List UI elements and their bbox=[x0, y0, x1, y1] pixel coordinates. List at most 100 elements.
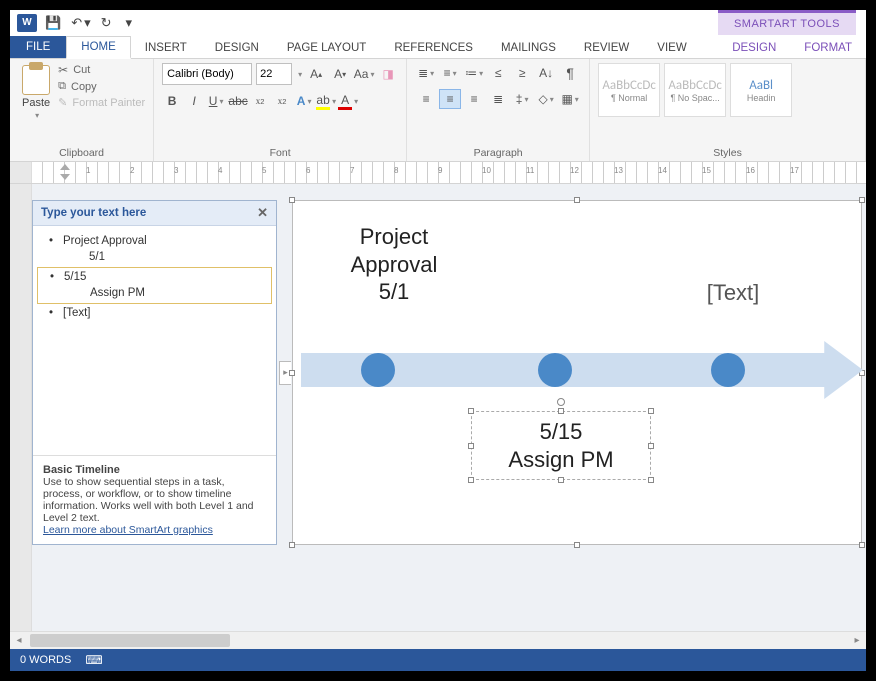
paste-button[interactable]: Paste ▾ bbox=[18, 63, 54, 122]
increase-indent-button[interactable]: ≥ bbox=[511, 63, 533, 83]
scroll-left-arrow[interactable]: ◂ bbox=[10, 632, 28, 649]
rotation-handle[interactable] bbox=[557, 398, 565, 406]
resize-handle[interactable] bbox=[468, 477, 474, 483]
tab-page-layout[interactable]: PAGE LAYOUT bbox=[273, 38, 380, 58]
grow-font-button[interactable]: A▴ bbox=[306, 64, 326, 84]
group-paragraph: ≣▾ ≡▾ ≔▾ ≤ ≥ A↓ ¶ ≡ ≡ ≡ ≣ ‡▾ ◇▾ ▦▾ bbox=[407, 59, 590, 161]
resize-handle[interactable] bbox=[289, 542, 295, 548]
text-pane-footer: Basic Timeline Use to show sequential st… bbox=[33, 455, 276, 544]
resize-handle[interactable] bbox=[468, 443, 474, 449]
style-no-spacing[interactable]: AaBbCcDc¶ No Spac... bbox=[664, 63, 726, 117]
scroll-thumb[interactable] bbox=[30, 634, 230, 647]
tab-design[interactable]: DESIGN bbox=[201, 38, 273, 58]
decrease-indent-button[interactable]: ≤ bbox=[487, 63, 509, 83]
timeline-node-text-selected[interactable]: 5/15 Assign PM bbox=[471, 411, 651, 480]
text-pane-item[interactable]: [Text] bbox=[37, 304, 272, 324]
scissors-icon: ✂ bbox=[58, 63, 68, 77]
qat-customize-dropdown[interactable]: ▾ bbox=[126, 15, 133, 31]
resize-handle[interactable] bbox=[574, 542, 580, 548]
horizontal-ruler[interactable]: 1234567891011121314151617 bbox=[10, 162, 866, 184]
text-pane-item-selected[interactable]: 5/15 Assign PM bbox=[37, 267, 272, 304]
ribbon: Paste ▾ ✂Cut ⧉Copy ✎Format Painter Clipb… bbox=[10, 59, 866, 162]
format-painter-button[interactable]: ✎Format Painter bbox=[58, 96, 145, 109]
tab-view[interactable]: VIEW bbox=[643, 38, 700, 58]
resize-handle[interactable] bbox=[558, 408, 564, 414]
resize-handle[interactable] bbox=[859, 542, 865, 548]
group-label-font: Font bbox=[162, 145, 398, 159]
superscript-button[interactable]: x2 bbox=[272, 91, 292, 111]
text-pane-close-button[interactable]: ✕ bbox=[257, 205, 268, 221]
resize-handle[interactable] bbox=[289, 370, 295, 376]
highlight-button[interactable]: ab▾ bbox=[316, 91, 336, 111]
tab-home[interactable]: HOME bbox=[66, 36, 131, 59]
resize-handle[interactable] bbox=[574, 197, 580, 203]
style-heading1[interactable]: AaBlHeadin bbox=[730, 63, 792, 117]
text-pane-footer-desc: Use to show sequential steps in a task, … bbox=[43, 476, 254, 524]
tab-file[interactable]: FILE bbox=[10, 36, 66, 58]
word-app-icon: W bbox=[17, 14, 37, 32]
underline-button[interactable]: U▾ bbox=[206, 91, 226, 111]
group-clipboard: Paste ▾ ✂Cut ⧉Copy ✎Format Painter Clipb… bbox=[10, 59, 154, 161]
shading-button[interactable]: ◇▾ bbox=[535, 89, 557, 109]
resize-handle[interactable] bbox=[859, 197, 865, 203]
multilevel-button[interactable]: ≔▾ bbox=[463, 63, 485, 83]
tab-insert[interactable]: INSERT bbox=[131, 38, 201, 58]
group-label-clipboard: Clipboard bbox=[18, 145, 145, 159]
font-color-button[interactable]: A▾ bbox=[338, 91, 358, 111]
line-spacing-button[interactable]: ‡▾ bbox=[511, 89, 533, 109]
undo-icon[interactable]: ↶▾ bbox=[71, 15, 90, 31]
align-center-button[interactable]: ≡ bbox=[439, 89, 461, 109]
bullets-button[interactable]: ≣▾ bbox=[415, 63, 437, 83]
timeline-node-circle[interactable] bbox=[711, 353, 745, 387]
strikethrough-button[interactable]: abc bbox=[228, 91, 248, 111]
save-icon[interactable]: 💾 bbox=[45, 15, 61, 31]
resize-handle[interactable] bbox=[648, 408, 654, 414]
align-left-button[interactable]: ≡ bbox=[415, 89, 437, 109]
resize-handle[interactable] bbox=[648, 443, 654, 449]
tab-smartart-format[interactable]: FORMAT bbox=[790, 38, 866, 58]
text-pane-item[interactable]: Project Approval 5/1 bbox=[37, 232, 272, 267]
spelling-status-icon[interactable]: ⌨ bbox=[85, 653, 102, 667]
resize-handle[interactable] bbox=[468, 408, 474, 414]
tab-references[interactable]: REFERENCES bbox=[380, 38, 487, 58]
clear-formatting-button[interactable]: ◨ bbox=[378, 64, 398, 84]
horizontal-scrollbar[interactable]: ◂ ▸ bbox=[10, 631, 866, 649]
subscript-button[interactable]: x2 bbox=[250, 91, 270, 111]
font-size-combo[interactable] bbox=[256, 63, 292, 85]
shrink-font-button[interactable]: A▾ bbox=[330, 64, 350, 84]
learn-more-link[interactable]: Learn more about SmartArt graphics bbox=[43, 524, 213, 536]
italic-button[interactable]: I bbox=[184, 91, 204, 111]
copy-button[interactable]: ⧉Copy bbox=[58, 80, 145, 93]
timeline-node-circle[interactable] bbox=[361, 353, 395, 387]
timeline-node-text[interactable]: Project Approval 5/1 bbox=[319, 223, 469, 306]
justify-button[interactable]: ≣ bbox=[487, 89, 509, 109]
sort-button[interactable]: A↓ bbox=[535, 63, 557, 83]
cut-button[interactable]: ✂Cut bbox=[58, 63, 145, 77]
resize-handle[interactable] bbox=[558, 477, 564, 483]
timeline-node-circle[interactable] bbox=[538, 353, 572, 387]
paintbrush-icon: ✎ bbox=[58, 96, 67, 109]
redo-icon[interactable]: ↻ bbox=[101, 15, 112, 31]
change-case-button[interactable]: Aa▾ bbox=[354, 64, 374, 84]
align-right-button[interactable]: ≡ bbox=[463, 89, 485, 109]
resize-handle[interactable] bbox=[648, 477, 654, 483]
borders-button[interactable]: ▦▾ bbox=[559, 89, 581, 109]
tab-smartart-design[interactable]: DESIGN bbox=[718, 38, 790, 58]
smartart-object[interactable]: ▸ Project Approva bbox=[292, 200, 862, 545]
numbering-button[interactable]: ≡▾ bbox=[439, 63, 461, 83]
text-effects-button[interactable]: A▾ bbox=[294, 91, 314, 111]
resize-handle[interactable] bbox=[289, 197, 295, 203]
font-name-combo[interactable] bbox=[162, 63, 252, 85]
bold-button[interactable]: B bbox=[162, 91, 182, 111]
tab-mailings[interactable]: MAILINGS bbox=[487, 38, 570, 58]
vertical-ruler[interactable] bbox=[10, 184, 32, 631]
style-normal[interactable]: AaBbCcDc¶ Normal bbox=[598, 63, 660, 117]
document-area: Type your text here ✕ Project Approval 5… bbox=[10, 184, 866, 631]
word-count[interactable]: 0 WORDS bbox=[20, 654, 71, 666]
scroll-right-arrow[interactable]: ▸ bbox=[848, 632, 866, 649]
tab-review[interactable]: REVIEW bbox=[570, 38, 643, 58]
paste-icon bbox=[22, 65, 50, 95]
show-marks-button[interactable]: ¶ bbox=[559, 63, 581, 83]
text-pane-list[interactable]: Project Approval 5/1 5/15 Assign PM [Tex… bbox=[33, 226, 276, 455]
timeline-node-text-placeholder[interactable]: [Text] bbox=[673, 279, 793, 307]
